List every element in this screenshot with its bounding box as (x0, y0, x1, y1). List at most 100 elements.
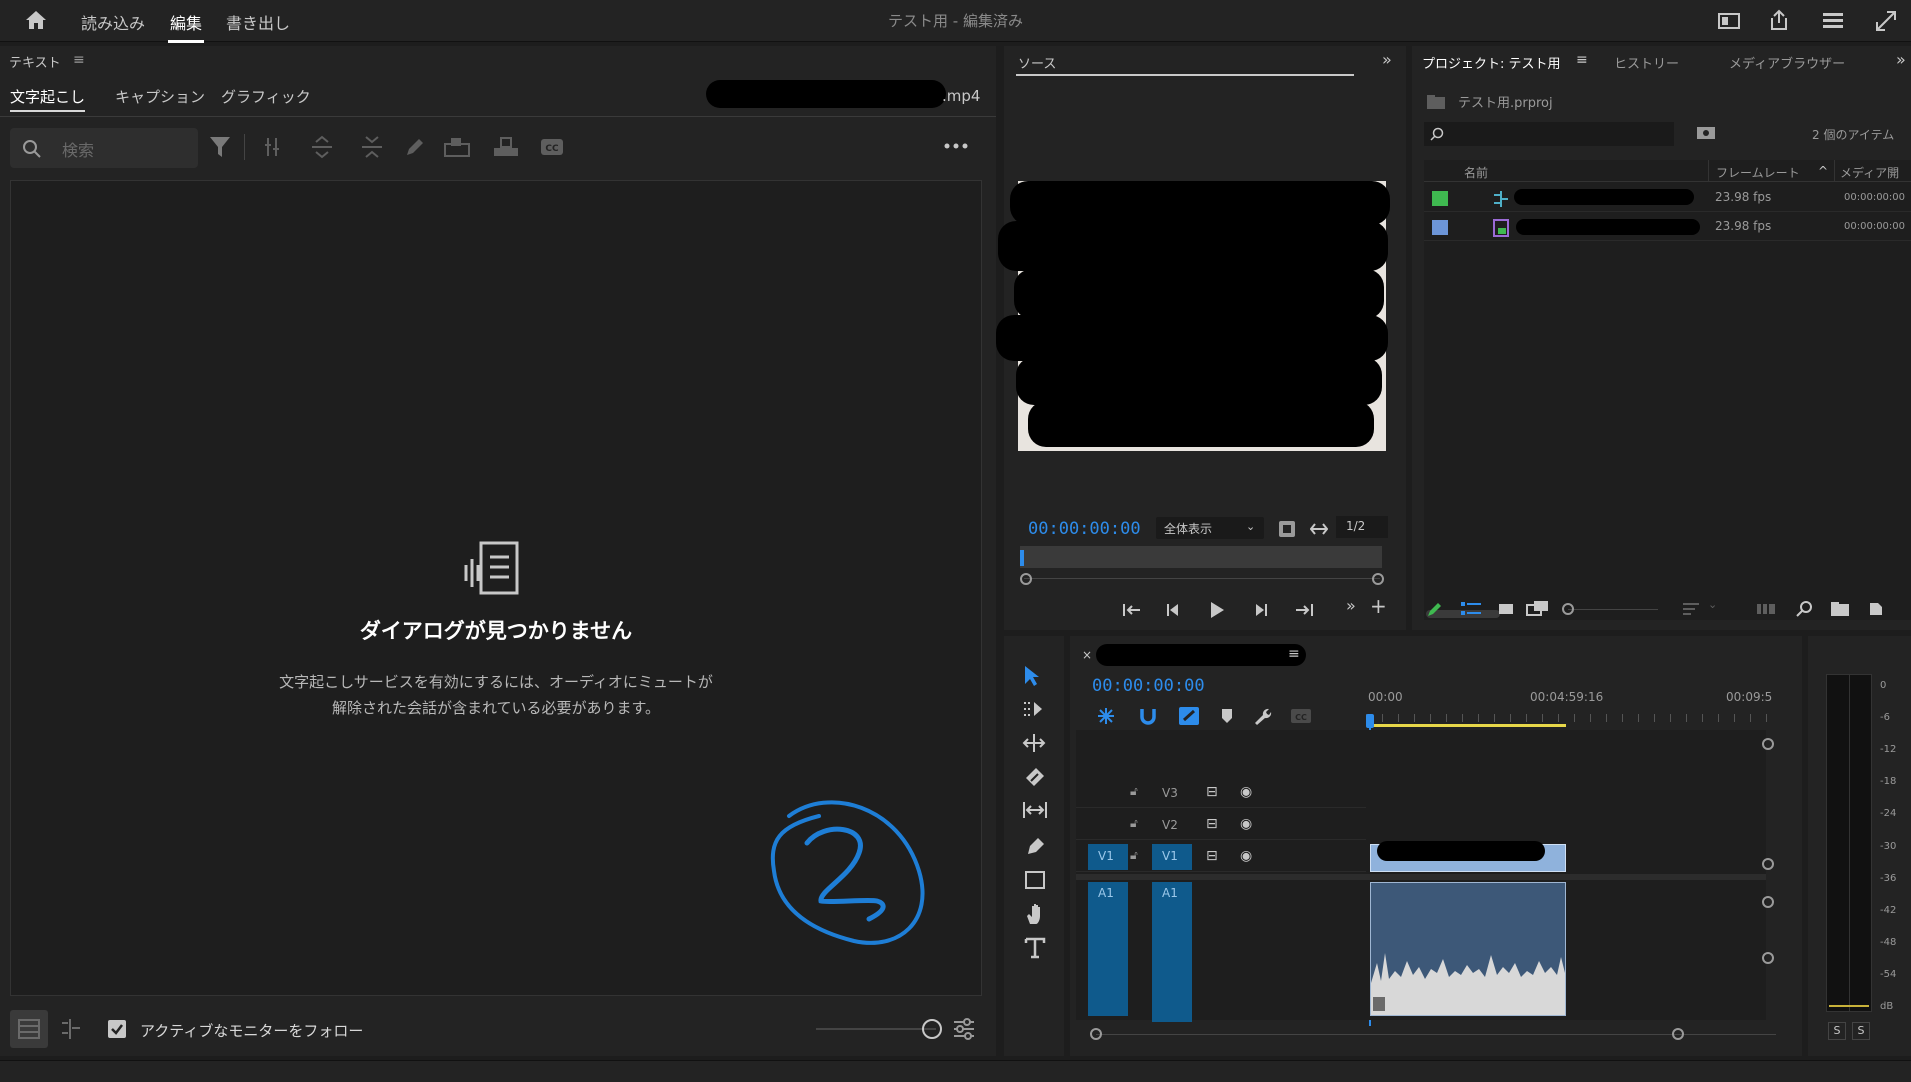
vertical-scroll-handle[interactable] (1762, 738, 1774, 750)
column-name[interactable]: 名前 (1464, 164, 1488, 181)
pencil-icon[interactable] (1426, 600, 1444, 618)
workspace-edit[interactable]: 編集 (167, 10, 205, 43)
workspace-export[interactable]: 書き出し (226, 10, 290, 34)
transcript-view-button[interactable] (10, 1010, 48, 1048)
follow-monitor-checkbox[interactable] (108, 1020, 126, 1038)
quick-export-panel-icon[interactable] (1718, 12, 1740, 30)
audio-clip[interactable] (1370, 882, 1566, 1016)
track-select-tool-icon[interactable] (1022, 698, 1046, 720)
sync-lock-icon[interactable]: ⊟ (1206, 848, 1218, 864)
tab-source[interactable]: ソース (1018, 53, 1056, 72)
play-icon[interactable] (1208, 600, 1226, 620)
sort-icon[interactable] (1682, 602, 1700, 616)
step-forward-icon[interactable] (1252, 602, 1268, 618)
share-icon[interactable] (1768, 9, 1790, 31)
close-icon[interactable]: × (1082, 648, 1092, 662)
timeline-timecode[interactable]: 00:00:00:00 (1092, 676, 1205, 696)
settings-sliders-icon[interactable] (952, 1018, 976, 1040)
timeline-zoom-handle-right[interactable] (1672, 1028, 1684, 1040)
ripple-edit-tool-icon[interactable] (1022, 732, 1046, 754)
thumbnail-size-slider[interactable] (1568, 609, 1658, 610)
add-marker-icon[interactable] (1220, 708, 1234, 724)
filter-icon[interactable] (208, 134, 232, 160)
hand-tool-icon[interactable] (1024, 902, 1046, 926)
sequence-view-icon[interactable] (58, 1018, 82, 1040)
source-zoom-handle-left[interactable] (1020, 573, 1032, 585)
sync-lock-icon[interactable]: ⊟ (1206, 816, 1218, 832)
search-input[interactable]: 検索 (10, 128, 198, 168)
label-color-swatch[interactable] (1432, 220, 1448, 235)
tab-captions[interactable]: キャプション (115, 86, 205, 107)
tab-history[interactable]: ヒストリー (1614, 53, 1679, 72)
more-controls-icon[interactable]: » (1346, 596, 1356, 615)
lock-icon[interactable]: 🔓︎ (1130, 816, 1138, 831)
panel-overflow-icon[interactable]: » (1896, 50, 1906, 69)
panel-overflow-icon[interactable]: » (1382, 50, 1392, 69)
source-zoom-handle-right[interactable] (1372, 573, 1384, 585)
tab-transcript[interactable]: 文字起こし (10, 86, 86, 112)
sync-lock-icon[interactable]: ⊟ (1206, 784, 1218, 800)
vertical-scroll-handle[interactable] (1762, 896, 1774, 908)
razor-tool-icon[interactable] (1024, 766, 1046, 788)
captions-icon[interactable]: CC (1290, 708, 1312, 724)
source-zoom-select[interactable]: 全体表示 ⌄ (1156, 517, 1264, 539)
track-target-v1[interactable]: V1 (1152, 844, 1192, 870)
source-scrub-bar[interactable] (1020, 546, 1382, 568)
find-icon[interactable] (1796, 600, 1814, 618)
more-options-icon[interactable] (944, 142, 968, 150)
source-zoom-bar[interactable] (1024, 578, 1380, 579)
zoom-slider-handle[interactable] (922, 1019, 942, 1039)
lock-icon[interactable]: 🔓︎ (1130, 784, 1138, 799)
source-patch-v1[interactable]: V1 (1088, 844, 1128, 870)
project-menu-icon[interactable]: ≡ (1576, 52, 1588, 68)
vertical-scroll-handle[interactable] (1762, 952, 1774, 964)
video-audio-divider[interactable] (1076, 874, 1766, 880)
new-search-bin-icon[interactable] (1696, 124, 1716, 140)
source-playhead[interactable] (1020, 550, 1024, 566)
timeline-zoom-handle-left[interactable] (1090, 1028, 1102, 1040)
sequence-menu-icon[interactable]: ≡ (1288, 646, 1300, 662)
eye-icon[interactable]: ◉ (1240, 816, 1252, 832)
workspace-import[interactable]: 読み込み (81, 10, 145, 34)
speaker-assign-icon[interactable] (443, 136, 471, 158)
merge-down-icon[interactable] (360, 134, 384, 160)
split-segment-icon[interactable] (262, 136, 282, 158)
workspaces-menu-icon[interactable] (1822, 11, 1844, 31)
icon-view-icon[interactable] (1498, 601, 1514, 617)
pen-tool-icon[interactable] (1024, 834, 1046, 856)
chevron-down-icon[interactable]: ⌄ (1708, 598, 1717, 611)
eye-icon[interactable]: ◉ (1240, 848, 1252, 864)
wrench-icon[interactable] (1252, 706, 1272, 726)
mark-out-icon[interactable] (1294, 602, 1314, 618)
list-item[interactable]: 23.98 fps 00:00:00:00 (1424, 184, 1911, 212)
home-icon[interactable] (24, 9, 48, 31)
mark-in-icon[interactable] (1122, 602, 1142, 618)
column-frame-rate[interactable]: フレームレート (1716, 164, 1800, 181)
panel-menu-icon[interactable]: ≡ (73, 52, 85, 68)
list-item[interactable]: 23.98 fps 00:00:00:00 (1424, 213, 1911, 241)
label-color-swatch[interactable] (1432, 191, 1448, 206)
step-back-icon[interactable] (1166, 602, 1182, 618)
lock-icon[interactable]: 🔓︎ (1130, 848, 1138, 863)
drag-video-icon[interactable] (1310, 522, 1328, 536)
timeline-ruler[interactable]: 00:00 00:04:59:16 00:09:5 (1366, 676, 1772, 730)
project-search-input[interactable] (1424, 122, 1674, 146)
thumbnail-size-handle[interactable] (1562, 603, 1574, 615)
freeform-view-icon[interactable] (1526, 600, 1550, 618)
snap-icon[interactable] (1138, 706, 1158, 726)
list-view-icon[interactable] (1460, 601, 1482, 617)
source-timecode[interactable]: 00:00:00:00 (1028, 519, 1141, 539)
safe-margins-icon[interactable] (1278, 520, 1296, 538)
type-tool-icon[interactable] (1024, 936, 1046, 960)
resolution-select[interactable]: 1/2 (1336, 516, 1388, 538)
tab-media-browser[interactable]: メディアブラウザー (1729, 53, 1845, 72)
merge-up-icon[interactable] (310, 134, 334, 160)
track-target-a1[interactable]: A1 (1152, 882, 1192, 1022)
source-patch-a1[interactable]: A1 (1088, 882, 1128, 1016)
selection-tool-icon[interactable] (1022, 664, 1042, 688)
nest-sequence-icon[interactable] (1096, 706, 1116, 726)
tab-graphics[interactable]: グラフィック (221, 86, 311, 107)
new-bin-icon[interactable] (1830, 601, 1850, 617)
column-media-start[interactable]: メディア開 (1840, 164, 1899, 181)
new-item-icon[interactable] (1868, 601, 1884, 617)
